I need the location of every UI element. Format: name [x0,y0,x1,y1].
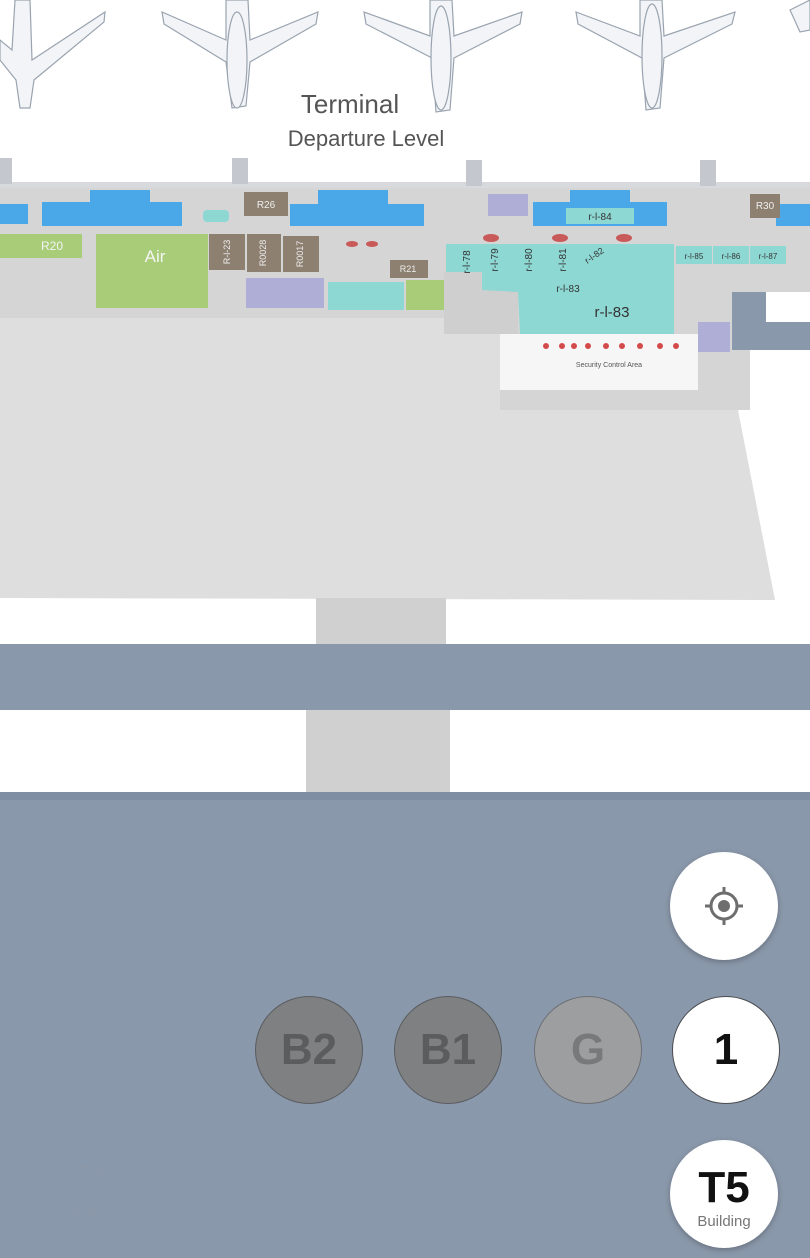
room-label: R0017 [295,241,305,268]
security-label: Security Control Area [576,362,642,369]
room-label: r-l-80 [524,248,535,272]
room-label: r-l-85 [685,252,704,261]
room-label: r-l-83 [594,304,629,321]
room-label: Air [145,247,166,266]
room-label: r-l-83 [556,284,580,295]
room-air[interactable] [96,234,208,308]
lavender-room[interactable] [246,278,324,308]
teal-room[interactable] [203,210,229,222]
room-label: R21 [400,264,417,274]
room-label: R0028 [258,240,268,267]
green-room[interactable] [406,280,444,310]
room-label: R-l-23 [222,240,232,265]
floor-g-button[interactable]: G [534,996,642,1104]
floor-b1-button[interactable]: B1 [394,996,502,1104]
map-header-subtitle: Departure Level [288,126,445,151]
room-label: r-l-81 [558,248,569,272]
room-label: r-l-84 [588,212,612,223]
compass-icon[interactable] [60,1165,110,1215]
lavender-room[interactable] [698,322,730,352]
map-header-title: Terminal [301,89,399,119]
lavender-room[interactable] [488,194,528,216]
room-label: R20 [41,239,63,253]
room-label: R30 [756,201,775,212]
walkway [306,710,450,802]
room-label: r-l-79 [490,248,501,272]
locate-me-button[interactable] [670,852,778,960]
walkway [316,598,446,648]
building-label: Building [697,1212,751,1230]
floor-1-button[interactable]: 1 [672,996,780,1104]
room-label: r-l-87 [759,252,778,261]
road [0,644,810,710]
room-label: r-l-78 [462,250,473,274]
building-selector-button[interactable]: T5 Building [670,1140,778,1248]
room-label: R26 [257,200,276,211]
crosshair-icon [705,887,743,925]
building-code: T5 [698,1162,750,1212]
room-label: r-l-86 [722,252,741,261]
teal-room[interactable] [328,282,404,310]
floor-b2-button[interactable]: B2 [255,996,363,1104]
